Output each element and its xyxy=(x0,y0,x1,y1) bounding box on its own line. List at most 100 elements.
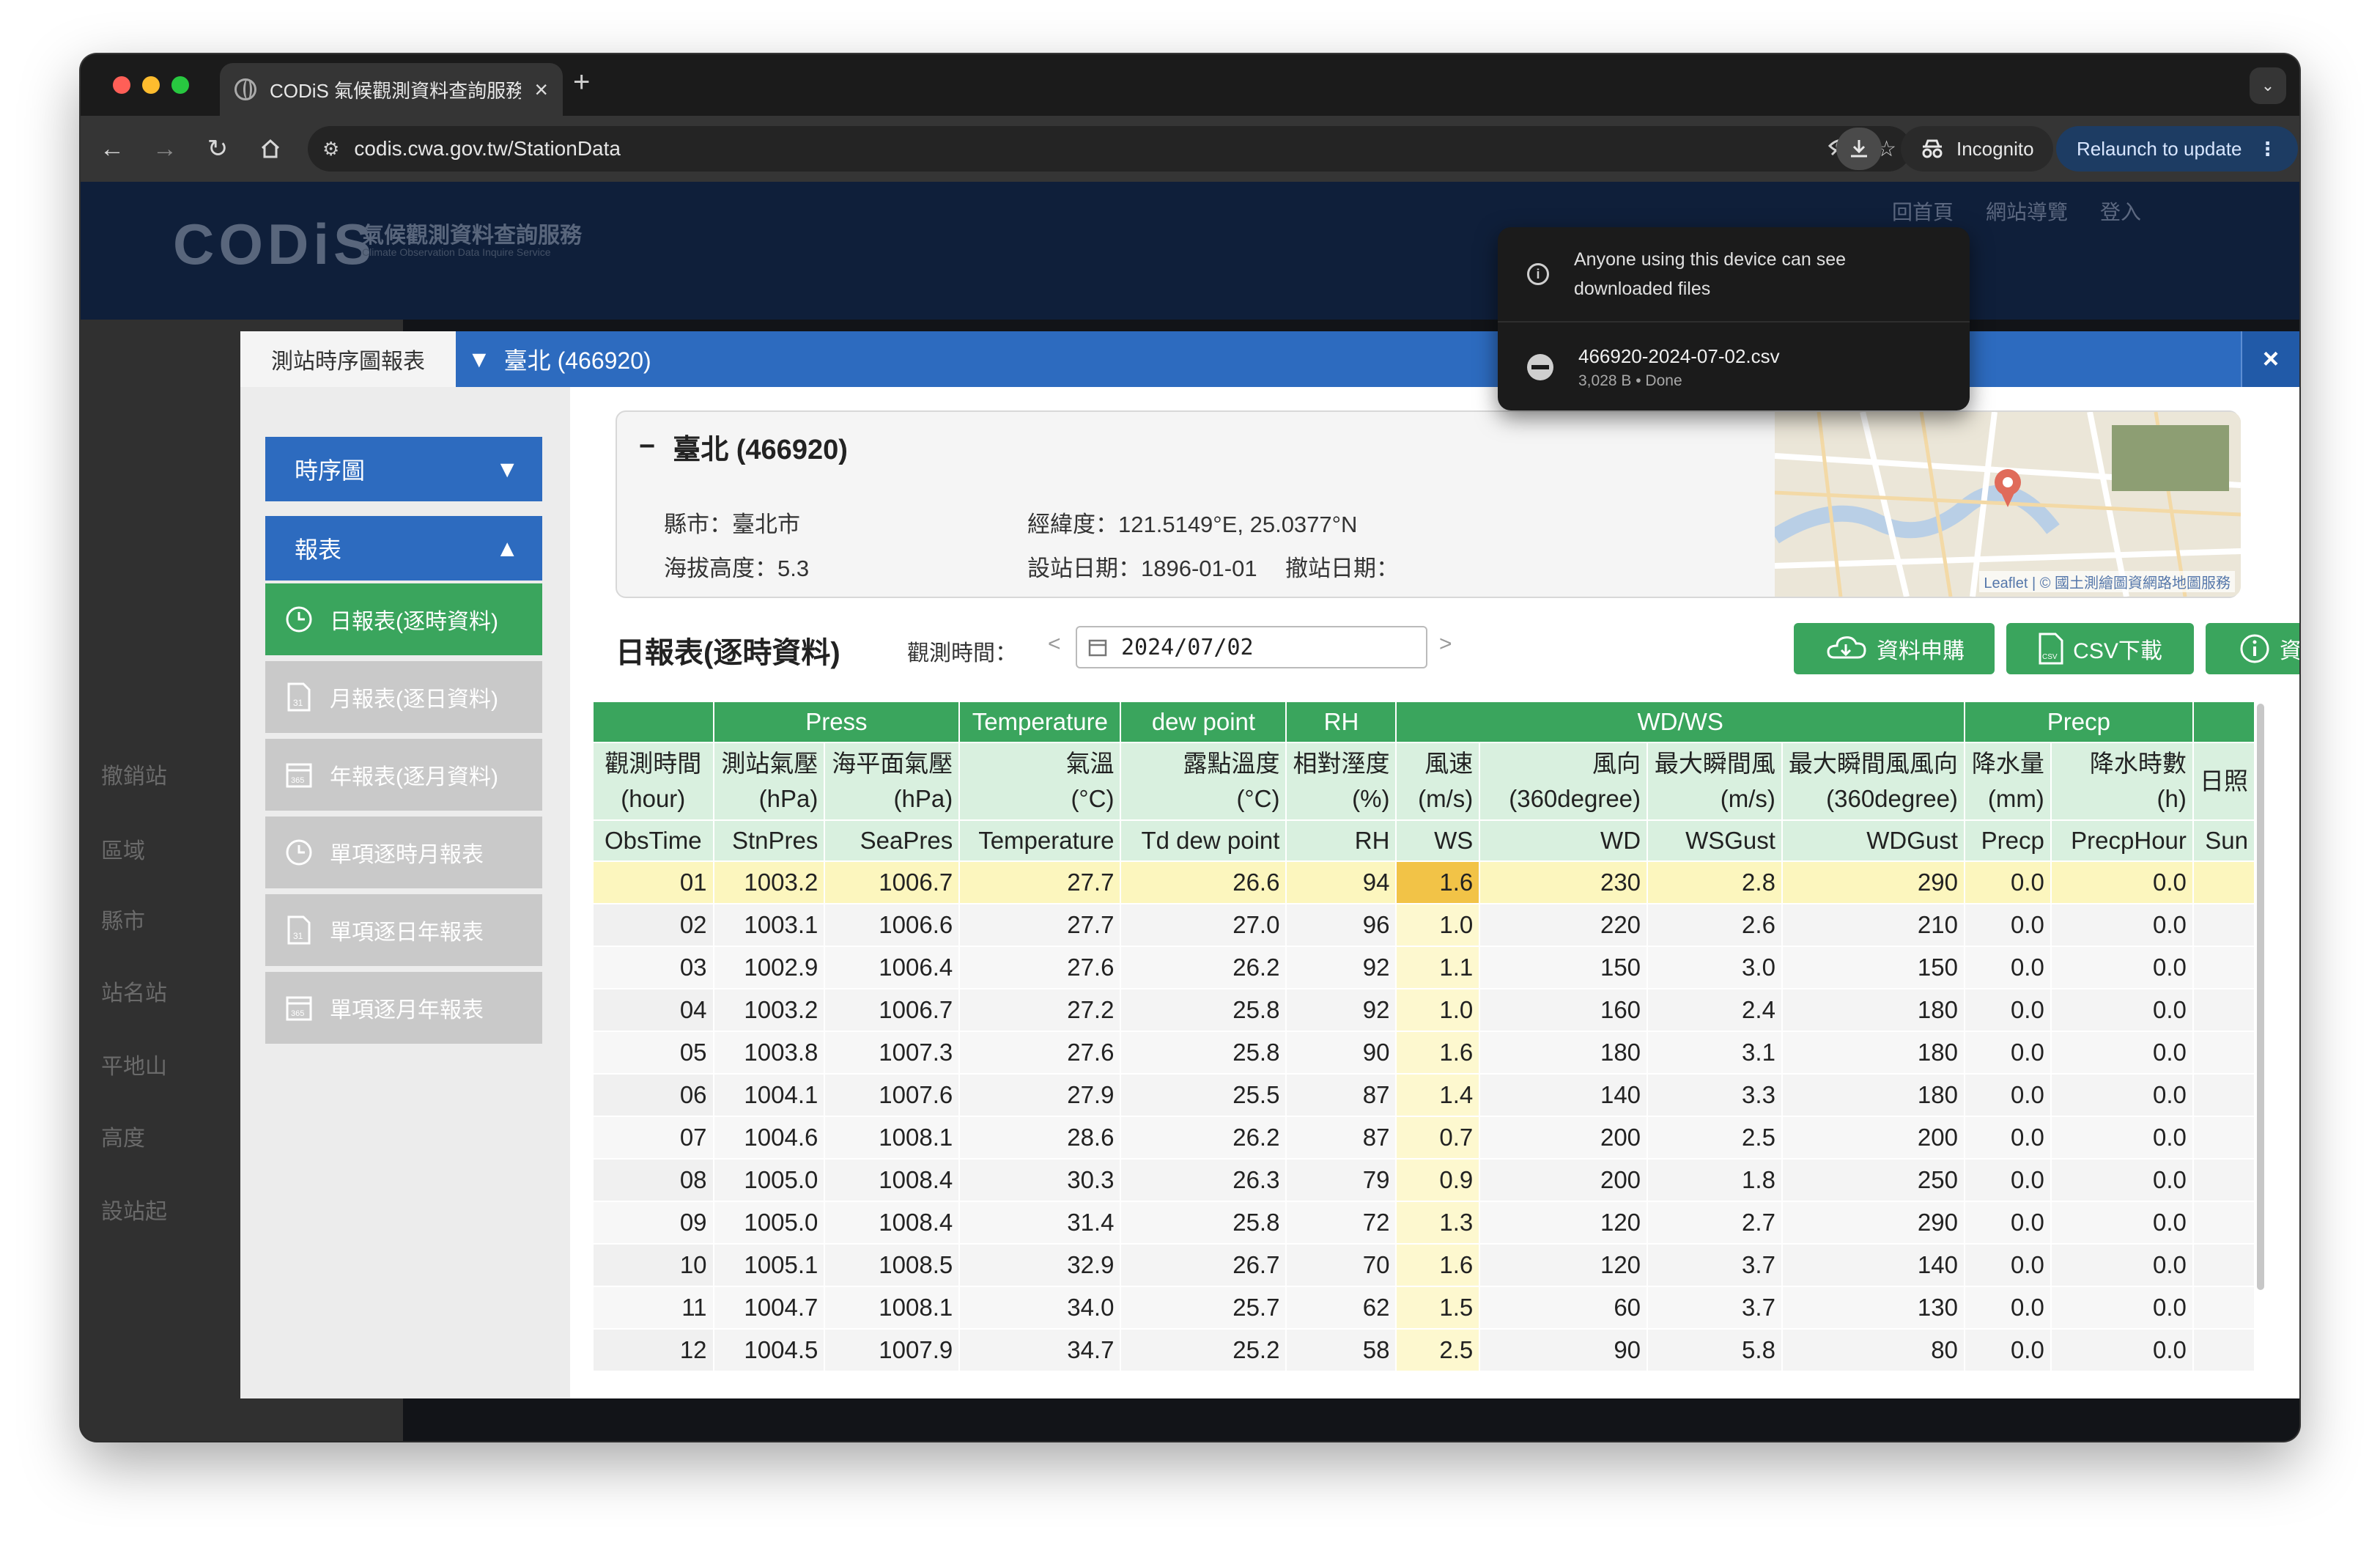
relaunch-button[interactable]: Relaunch to update ⋮ xyxy=(2056,126,2298,172)
timeseries-menu[interactable]: 時序圖 ▼ xyxy=(265,437,542,501)
csv-download-button[interactable]: CSV CSV下載 xyxy=(2006,623,2194,674)
table-cell xyxy=(2192,946,2255,989)
table-cell: 0.0 xyxy=(2050,1201,2194,1245)
table-row[interactable]: 12 1004.5 1007.9 34.7 25.2 58 2.5 90 5.8 80 0.0 0.0 xyxy=(592,1328,2255,1372)
table-cell: 1004.1 xyxy=(712,1073,826,1117)
table-row[interactable]: 09 1005.0 1008.4 31.4 25.8 72 1.3 120 2.7 290 0.0 0… xyxy=(592,1201,2255,1245)
prev-date-icon[interactable]: < xyxy=(1048,632,1061,657)
station-title[interactable]: − 臺北 (466920) xyxy=(639,427,848,467)
new-tab-button[interactable]: + xyxy=(573,66,590,99)
table-cell: 31.4 xyxy=(958,1201,1122,1245)
column-code: Precp xyxy=(1963,819,2052,862)
download-button[interactable] xyxy=(1836,128,1882,170)
table-row[interactable]: 08 1005.0 1008.4 30.3 26.3 79 0.9 200 1.8 250 0.0 0… xyxy=(592,1158,2255,1202)
column-header-label: 風速 xyxy=(1424,750,1474,777)
table-row[interactable]: 11 1004.7 1008.1 34.0 25.7 62 1.5 60 3.7 130 0.0 0.… xyxy=(592,1286,2255,1330)
table-cell: 0.0 xyxy=(2050,1031,2194,1075)
back-button[interactable]: ← xyxy=(95,132,129,166)
apply-data-button[interactable]: 資料申購 xyxy=(1794,623,1995,674)
minimize-window-button[interactable] xyxy=(142,76,160,94)
svg-text:31: 31 xyxy=(293,698,303,708)
login-link[interactable]: 登入 xyxy=(2100,196,2141,226)
globe-icon xyxy=(234,78,256,100)
column-code: Temperature xyxy=(958,819,1122,862)
table-row[interactable]: 04 1003.2 1006.7 27.2 25.8 92 1.0 160 2.4 180 0.0 0… xyxy=(592,988,2255,1032)
sidebar-item-yearly-report[interactable]: 365 年報表(逐月資料) xyxy=(265,739,542,811)
station-selector[interactable]: ▼ 臺北 (466920) xyxy=(468,331,651,387)
table-cell: 0.0 xyxy=(2050,988,2194,1032)
reload-button[interactable]: ↻ xyxy=(201,132,234,166)
column-header-unit: (360degree) xyxy=(1826,785,1958,812)
sidebar-item-daily-report[interactable]: 日報表(逐時資料) xyxy=(265,583,542,655)
date-input[interactable]: 2024/07/02 xyxy=(1076,626,1427,668)
table-cell: 2.4 xyxy=(1647,988,1783,1032)
sitemap-link[interactable]: 網站導覽 xyxy=(1986,196,2068,226)
table-cell: 1003.1 xyxy=(712,903,826,947)
table-cell: 1005.0 xyxy=(712,1201,826,1245)
table-cell xyxy=(2192,1328,2255,1372)
reports-menu[interactable]: 報表 ▲ xyxy=(265,516,542,580)
station-mini-map[interactable]: Leaflet | © 國土測繪圖資網路地圖服務 xyxy=(1775,412,2241,597)
close-window-button[interactable] xyxy=(113,76,130,94)
table-row[interactable]: 06 1004.1 1007.6 27.9 25.5 87 1.4 140 3.3 180 0.0 0… xyxy=(592,1073,2255,1117)
table-cell: 30.3 xyxy=(958,1158,1122,1202)
table-cell: 62 xyxy=(1285,1286,1397,1330)
sidebar-item-single-hourly[interactable]: 單項逐時月報表 xyxy=(265,817,542,888)
info-icon: i xyxy=(1527,263,1549,285)
home-link[interactable]: 回首頁 xyxy=(1892,196,1954,226)
table-cell: 5.8 xyxy=(1647,1328,1783,1372)
table-cell: 0.0 xyxy=(2050,1116,2194,1160)
table-row[interactable]: 10 1005.1 1008.5 32.9 26.7 70 1.6 120 3.7 140 0.0 0… xyxy=(592,1243,2255,1287)
table-cell: 1.1 xyxy=(1395,946,1481,989)
table-row[interactable]: 05 1003.8 1007.3 27.6 25.8 90 1.6 180 3.1 180 0.0 0… xyxy=(592,1031,2255,1075)
station-name: 臺北 (466920) xyxy=(673,435,848,465)
download-icon xyxy=(1851,140,1867,158)
table-cell: 27.7 xyxy=(958,903,1122,947)
modal-close-button[interactable]: × xyxy=(2241,331,2299,387)
incognito-indicator[interactable]: Incognito xyxy=(1901,126,2053,172)
column-code: WS xyxy=(1395,819,1481,862)
table-cell: 1006.6 xyxy=(824,903,961,947)
report-sidebar: 時序圖 ▼ 報表 ▲ 日報表(逐時資料) 31 月報表(逐日資料) 365 年報… xyxy=(240,387,570,1398)
forward-button[interactable]: → xyxy=(148,132,182,166)
site-info-icon[interactable]: ⚙ xyxy=(322,138,339,161)
zoom-window-button[interactable] xyxy=(171,76,189,94)
close-tab-icon[interactable]: × xyxy=(534,76,548,103)
group-header: dew point xyxy=(1120,701,1287,743)
table-row[interactable]: 02 1003.1 1006.6 27.7 27.0 96 1.0 220 2.6 210 0.0 0… xyxy=(592,903,2255,947)
tab-search-button[interactable]: ⌄ xyxy=(2250,67,2286,104)
table-cell: 0.0 xyxy=(2050,1158,2194,1202)
table-cell: 25.8 xyxy=(1120,988,1287,1032)
browser-tab[interactable]: CODiS 氣候觀測資料查詢服務 × xyxy=(220,63,563,116)
hourly-data-table[interactable]: Press Temperature dew point RH WD/WS Pre… xyxy=(592,701,2255,1398)
next-date-icon[interactable]: > xyxy=(1439,632,1452,657)
table-scrollbar[interactable] xyxy=(2257,704,2264,1290)
table-cell: 26.2 xyxy=(1120,1116,1287,1160)
sidebar-item-single-daily[interactable]: 31 單項逐日年報表 xyxy=(265,894,542,966)
home-button[interactable] xyxy=(254,132,287,166)
table-cell: 04 xyxy=(592,988,714,1032)
download-item[interactable]: 466920-2024-07-02.csv 3,028 B • Done xyxy=(1498,324,1970,410)
table-row[interactable]: 03 1002.9 1006.4 27.6 26.2 92 1.1 150 3.0 150 0.0 0… xyxy=(592,946,2255,989)
table-cell: 25.8 xyxy=(1120,1031,1287,1075)
table-cell xyxy=(2192,1158,2255,1202)
table-row[interactable]: 07 1004.6 1008.1 28.6 26.2 87 0.7 200 2.5 200 0.0 0… xyxy=(592,1116,2255,1160)
download-item-text: 466920-2024-07-02.csv 3,028 B • Done xyxy=(1578,345,1780,390)
kebab-menu-icon[interactable]: ⋮ xyxy=(2258,138,2277,161)
table-cell: 2.5 xyxy=(1395,1328,1481,1372)
table-cell: 27.6 xyxy=(958,946,1122,989)
column-header-unit: (m/s) xyxy=(1720,785,1775,812)
sidebar-item-single-monthly[interactable]: 365 單項逐月年報表 xyxy=(265,972,542,1044)
table-cell: 180 xyxy=(1781,1073,1965,1117)
report-content: − 臺北 (466920) 縣市：臺北市 海拔高度：5.3 經緯度：121.51… xyxy=(570,387,2299,1398)
table-cell: 200 xyxy=(1479,1116,1649,1160)
address-bar[interactable]: ⚙ codis.cwa.gov.tw/StationData ☆ xyxy=(308,126,1911,172)
tab-station-report[interactable]: 測站時序圖報表 xyxy=(240,331,456,387)
data-info-button[interactable]: 資料說明 xyxy=(2206,623,2299,674)
table-cell: 1006.7 xyxy=(824,860,961,904)
sidebar-item-monthly-report[interactable]: 31 月報表(逐日資料) xyxy=(265,661,542,733)
table-cell: 0.0 xyxy=(1963,1031,2052,1075)
table-cell: 26.3 xyxy=(1120,1158,1287,1202)
collapse-icon[interactable]: − xyxy=(639,431,655,462)
table-row[interactable]: 01 1003.2 1006.7 27.7 26.6 94 1.6 230 2.8 290 0.0 0… xyxy=(592,860,2255,904)
